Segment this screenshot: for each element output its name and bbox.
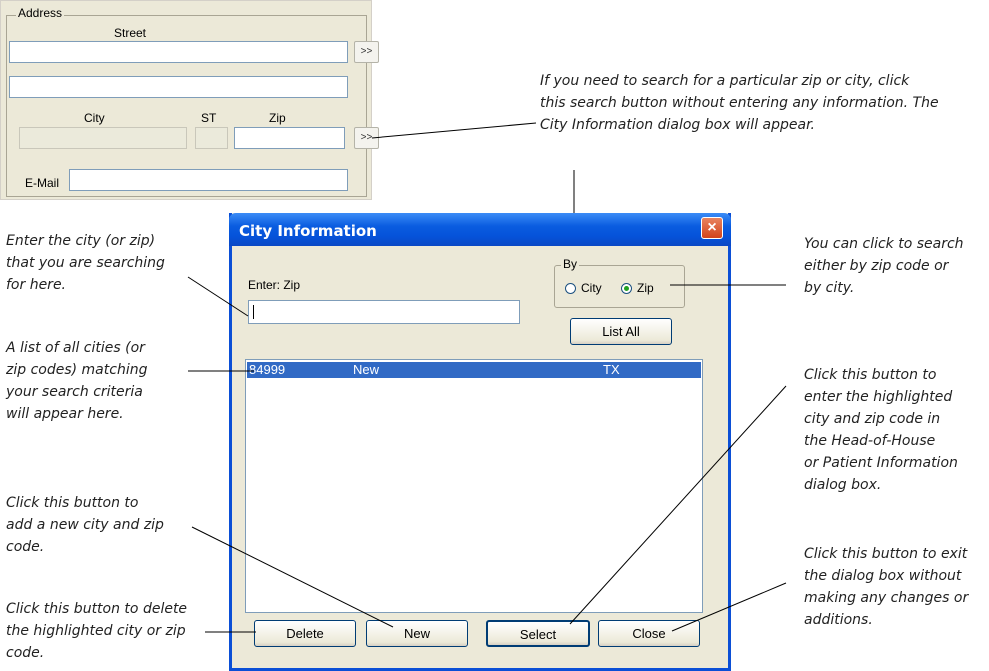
enter-input[interactable] — [248, 300, 520, 324]
radio-city-label[interactable]: City — [581, 281, 602, 295]
city-list[interactable]: 84999 New TX — [245, 359, 703, 613]
radio-selected-dot — [624, 286, 629, 291]
note-list-cities: A list of all cities (or zip codes) matc… — [6, 340, 148, 422]
street-line1-input[interactable] — [9, 41, 348, 63]
list-item-state: TX — [603, 362, 620, 377]
zip-label: Zip — [269, 111, 286, 125]
note-select-button: Click this button to enter the highlight… — [804, 367, 958, 493]
note-close-button: Click this button to exit the dialog box… — [804, 546, 969, 628]
note-search-by: You can click to search either by zip co… — [804, 236, 964, 296]
email-label: E-Mail — [25, 176, 60, 190]
close-icon[interactable]: × — [701, 217, 723, 239]
search-by-label: By — [561, 257, 580, 271]
city-label: City — [84, 111, 105, 125]
delete-button[interactable]: Delete — [254, 620, 356, 647]
radio-zip[interactable] — [621, 283, 632, 294]
street-search-button[interactable]: >> — [354, 41, 379, 63]
dialog-title: City Information — [239, 222, 377, 240]
list-item-city: New — [353, 362, 380, 377]
enter-label: Enter: Zip — [248, 278, 301, 292]
new-button[interactable]: New — [366, 620, 468, 647]
st-field — [195, 127, 228, 149]
note-enter-city: Enter the city (or zip) that you are sea… — [6, 233, 165, 293]
close-button[interactable]: Close — [598, 620, 700, 647]
address-panel: Address Street >> City ST Zip >> E-Mail — [0, 0, 379, 200]
list-all-button[interactable]: List All — [570, 318, 672, 345]
search-by-group: By City Zip — [554, 257, 685, 308]
text-cursor — [253, 305, 254, 319]
select-button[interactable]: Select — [486, 620, 590, 647]
dialog-titlebar[interactable]: City Information × — [229, 213, 731, 246]
note-delete-button: Click this button to delete the highligh… — [6, 601, 188, 661]
radio-city[interactable] — [565, 283, 576, 294]
zip-field[interactable] — [234, 127, 345, 149]
list-item-zip: 84999 — [249, 362, 286, 377]
note-search-button: If you need to search for a particular z… — [540, 73, 939, 133]
address-group-label: Address — [16, 6, 65, 20]
callout-line-search — [371, 122, 537, 139]
street-label: Street — [114, 26, 147, 40]
city-information-dialog: City Information × Enter: Zip By City Zi… — [229, 213, 731, 671]
radio-zip-label[interactable]: Zip — [637, 281, 654, 295]
email-field[interactable] — [69, 169, 348, 191]
zip-search-button[interactable]: >> — [354, 127, 379, 149]
st-label: ST — [201, 111, 217, 125]
list-item[interactable]: 84999 New TX — [247, 362, 701, 378]
city-field — [19, 127, 187, 149]
street-line2-input[interactable] — [9, 76, 348, 98]
note-new-button: Click this button to add a new city and … — [6, 495, 164, 555]
